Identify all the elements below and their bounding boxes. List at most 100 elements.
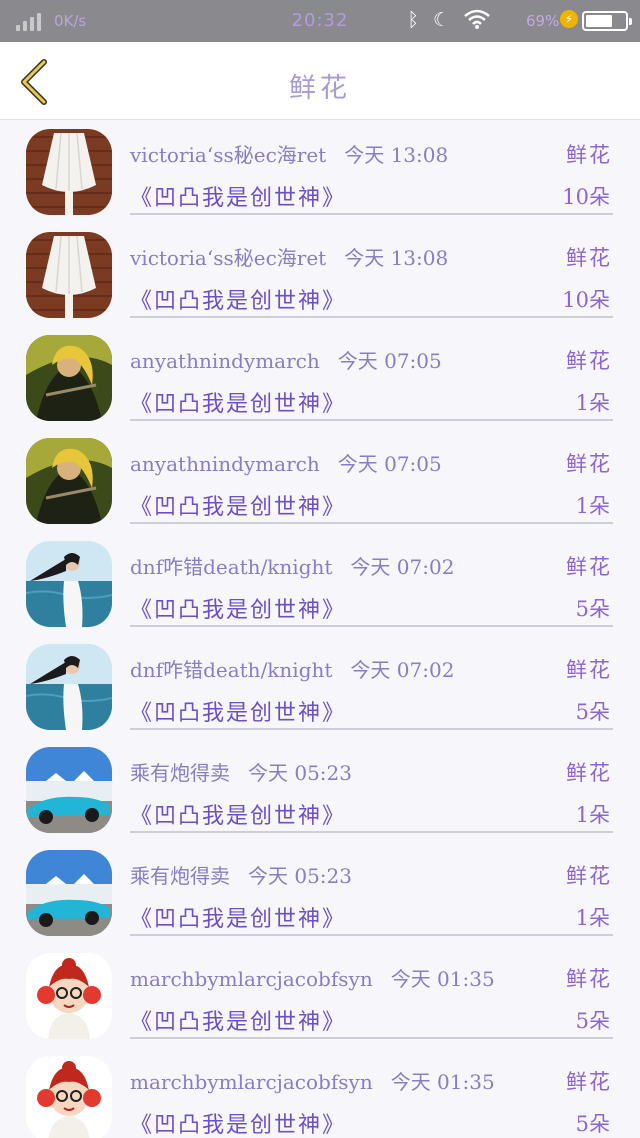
- user-line: victoria‘ss秘ec海ret 今天 13:08: [130, 242, 448, 271]
- user-line: dnf咋错death/knight 今天 07:02: [130, 551, 454, 580]
- status-bar: 0K/s 20:32 ᛒ ☾ 69% ⚡: [0, 0, 640, 42]
- divider: [130, 213, 613, 215]
- book-title[interactable]: 《凹凸我是创世神》: [130, 592, 346, 624]
- username: dnf咋错death/knight: [130, 658, 333, 682]
- username: marchbymlarcjacobfsyn: [130, 1070, 373, 1094]
- timestamp: 今天 01:35: [390, 967, 495, 991]
- avatar[interactable]: [26, 1056, 112, 1138]
- gift-type: 鲜花: [566, 761, 612, 785]
- timestamp: 今天 13:08: [344, 246, 449, 270]
- username: 乘有炮得卖: [130, 864, 230, 888]
- timestamp: 今天 07:02: [350, 555, 455, 579]
- list-item[interactable]: 乘有炮得卖 今天 05:23 《凹凸我是创世神》 鲜花 1朵: [0, 739, 640, 842]
- list-item[interactable]: anyathnindymarch 今天 07:05 《凹凸我是创世神》 鲜花 1朵: [0, 430, 640, 533]
- list-item[interactable]: 乘有炮得卖 今天 05:23 《凹凸我是创世神》 鲜花 1朵: [0, 842, 640, 945]
- gift-count: 5朵: [575, 700, 610, 724]
- page-title: 鲜花: [289, 73, 351, 104]
- user-line: victoria‘ss秘ec海ret 今天 13:08: [130, 139, 448, 168]
- gift-count: 1朵: [575, 803, 610, 827]
- gift-count: 5朵: [575, 1112, 610, 1136]
- battery-percent: 69%: [526, 12, 560, 30]
- username: anyathnindymarch: [130, 349, 320, 373]
- gift-count: 5朵: [575, 597, 610, 621]
- divider: [130, 728, 613, 730]
- avatar[interactable]: [26, 129, 112, 215]
- divider: [130, 1037, 613, 1039]
- avatar[interactable]: [26, 747, 112, 833]
- book-title[interactable]: 《凹凸我是创世神》: [130, 1107, 346, 1138]
- avatar[interactable]: [26, 335, 112, 421]
- list-item[interactable]: dnf咋错death/knight 今天 07:02 《凹凸我是创世神》 鲜花 5朵: [0, 533, 640, 636]
- gift-type: 鲜花: [566, 1070, 612, 1094]
- gift-type: 鲜花: [566, 555, 612, 579]
- username: anyathnindymarch: [130, 452, 320, 476]
- gift-type: 鲜花: [566, 452, 612, 476]
- book-title[interactable]: 《凹凸我是创世神》: [130, 386, 346, 418]
- avatar[interactable]: [26, 438, 112, 524]
- username: marchbymlarcjacobfsyn: [130, 967, 373, 991]
- gift-count: 5朵: [575, 1009, 610, 1033]
- user-line: anyathnindymarch 今天 07:05: [130, 345, 442, 374]
- avatar[interactable]: [26, 850, 112, 936]
- gift-count: 1朵: [575, 391, 610, 415]
- timestamp: 今天 07:05: [337, 452, 442, 476]
- book-title[interactable]: 《凹凸我是创世神》: [130, 489, 346, 521]
- gift-type: 鲜花: [566, 658, 612, 682]
- username: victoria‘ss秘ec海ret: [130, 143, 327, 167]
- gift-type: 鲜花: [566, 349, 612, 373]
- avatar[interactable]: [26, 232, 112, 318]
- wifi-icon: [464, 9, 490, 34]
- book-title[interactable]: 《凹凸我是创世神》: [130, 798, 346, 830]
- gift-type: 鲜花: [566, 246, 612, 270]
- divider: [130, 625, 613, 627]
- list-item[interactable]: marchbymlarcjacobfsyn 今天 01:35 《凹凸我是创世神》 鲜花…: [0, 1048, 640, 1138]
- timestamp: 今天 07:02: [350, 658, 455, 682]
- charging-icon: ⚡: [560, 10, 578, 28]
- gift-type: 鲜花: [566, 967, 612, 991]
- avatar[interactable]: [26, 541, 112, 627]
- flower-gift-list: victoria‘ss秘ec海ret 今天 13:08 《凹凸我是创世神》 鲜花 10朵…: [0, 121, 640, 1138]
- username: dnf咋错death/knight: [130, 555, 333, 579]
- battery-icon: [582, 11, 632, 31]
- book-title[interactable]: 《凹凸我是创世神》: [130, 180, 346, 212]
- timestamp: 今天 05:23: [248, 761, 352, 785]
- list-item[interactable]: marchbymlarcjacobfsyn 今天 01:35 《凹凸我是创世神》 鲜花…: [0, 945, 640, 1048]
- status-icons: ᛒ ☾: [408, 9, 490, 34]
- gift-count: 1朵: [575, 906, 610, 930]
- user-line: 乘有炮得卖 今天 05:23: [130, 757, 352, 786]
- timestamp: 今天 01:35: [390, 1070, 495, 1094]
- nav-bar: 鲜花: [0, 42, 640, 120]
- list-item[interactable]: anyathnindymarch 今天 07:05 《凹凸我是创世神》 鲜花 1朵: [0, 327, 640, 430]
- user-line: anyathnindymarch 今天 07:05: [130, 448, 442, 477]
- divider: [130, 316, 613, 318]
- list-item[interactable]: victoria‘ss秘ec海ret 今天 13:08 《凹凸我是创世神》 鲜花 10朵: [0, 224, 640, 327]
- username: 乘有炮得卖: [130, 761, 230, 785]
- book-title[interactable]: 《凹凸我是创世神》: [130, 283, 346, 315]
- moon-icon: ☾: [432, 9, 450, 31]
- avatar[interactable]: [26, 953, 112, 1039]
- gift-type: 鲜花: [566, 143, 612, 167]
- username: victoria‘ss秘ec海ret: [130, 246, 327, 270]
- book-title[interactable]: 《凹凸我是创世神》: [130, 901, 346, 933]
- avatar[interactable]: [26, 644, 112, 730]
- user-line: 乘有炮得卖 今天 05:23: [130, 860, 352, 889]
- book-title[interactable]: 《凹凸我是创世神》: [130, 1004, 346, 1036]
- gift-count: 10朵: [562, 288, 610, 312]
- list-item[interactable]: dnf咋错death/knight 今天 07:02 《凹凸我是创世神》 鲜花 5朵: [0, 636, 640, 739]
- user-line: marchbymlarcjacobfsyn 今天 01:35: [130, 963, 495, 992]
- timestamp: 今天 13:08: [344, 143, 449, 167]
- timestamp: 今天 05:23: [248, 864, 352, 888]
- user-line: marchbymlarcjacobfsyn 今天 01:35: [130, 1066, 495, 1095]
- divider: [130, 934, 613, 936]
- divider: [130, 831, 613, 833]
- gift-type: 鲜花: [566, 864, 612, 888]
- divider: [130, 419, 613, 421]
- gift-count: 10朵: [562, 185, 610, 209]
- book-title[interactable]: 《凹凸我是创世神》: [130, 695, 346, 727]
- bluetooth-icon: ᛒ: [407, 9, 419, 31]
- list-item[interactable]: victoria‘ss秘ec海ret 今天 13:08 《凹凸我是创世神》 鲜花 10朵: [0, 121, 640, 224]
- user-line: dnf咋错death/knight 今天 07:02: [130, 654, 454, 683]
- timestamp: 今天 07:05: [337, 349, 442, 373]
- gift-count: 1朵: [575, 494, 610, 518]
- divider: [130, 522, 613, 524]
